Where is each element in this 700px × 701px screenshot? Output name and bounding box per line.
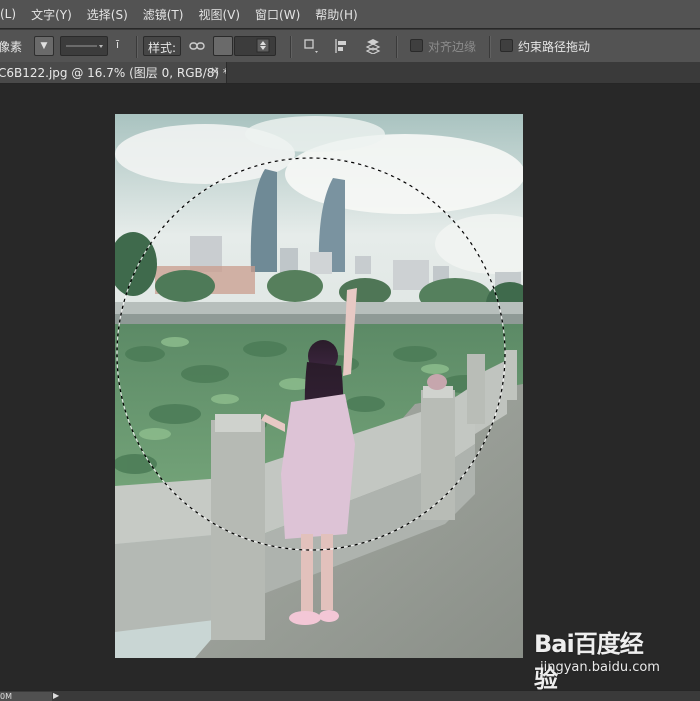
align-edges-checkbox[interactable]: [410, 39, 423, 52]
separator: [136, 36, 138, 58]
menu-item-select[interactable]: 选择(S): [81, 6, 137, 23]
stroke-width-icon: ī: [116, 38, 120, 51]
menu-item-window[interactable]: 窗口(W): [249, 6, 309, 23]
document-tab-title: C6B122.jpg @ 16.7% (图层 0, RGB/8) *: [0, 66, 227, 80]
style-preset-picker[interactable]: [234, 36, 276, 56]
baidu-watermark: Bai百度经验 jingyan.baidu.com: [534, 624, 664, 693]
stroke-preset-dropdown[interactable]: [60, 36, 108, 56]
chevron-down-icon: ▼: [40, 41, 48, 51]
spinner-icon: [256, 38, 270, 53]
menu-item-help[interactable]: 帮助(H): [309, 6, 366, 23]
constrain-path-checkbox[interactable]: [500, 39, 513, 52]
separator: [396, 36, 398, 58]
path-arrangement-icon[interactable]: [364, 37, 382, 55]
path-alignment-icon[interactable]: [333, 37, 351, 55]
status-bar: 0M ▶: [0, 690, 700, 701]
menu-item-filter[interactable]: 滤镜(T): [137, 6, 193, 23]
document-tab[interactable]: C6B122.jpg @ 16.7% (图层 0, RGB/8) * ×: [0, 62, 227, 83]
link-icon[interactable]: [188, 37, 206, 55]
watermark-domain: jingyan.baidu.com: [540, 660, 660, 675]
separator: [290, 36, 292, 58]
menu-bar: (L) 文字(Y) 选择(S) 滤镜(T) 视图(V) 窗口(W) 帮助(H): [0, 0, 700, 28]
color-swatch[interactable]: [213, 36, 233, 56]
menu-item-image[interactable]: (L): [0, 7, 25, 21]
options-bar: 像素 ▼ ī 样式: 对齐边缘 约束路径拖动: [0, 29, 700, 63]
chevron-right-icon[interactable]: ▶: [53, 691, 59, 700]
stroke-line-icon: [66, 45, 103, 48]
menu-item-type[interactable]: 文字(Y): [25, 6, 81, 23]
align-edges-label: 对齐边缘: [428, 40, 477, 54]
style-label: 样式:: [148, 41, 177, 55]
menu-item-view[interactable]: 视图(V): [192, 6, 249, 23]
separator: [489, 36, 491, 58]
baidu-jingyan-logo: Bai百度经验: [534, 630, 644, 693]
document-canvas[interactable]: [115, 114, 523, 658]
photo: [115, 114, 523, 658]
style-label-box: 样式:: [143, 36, 181, 56]
mode-dropdown-button[interactable]: ▼: [34, 36, 54, 56]
mode-label: 像素: [0, 40, 23, 54]
path-operations-icon[interactable]: [302, 37, 320, 55]
close-icon[interactable]: ×: [210, 64, 220, 78]
constrain-path-label: 约束路径拖动: [518, 40, 591, 54]
document-tab-bar: C6B122.jpg @ 16.7% (图层 0, RGB/8) * ×: [0, 62, 700, 84]
